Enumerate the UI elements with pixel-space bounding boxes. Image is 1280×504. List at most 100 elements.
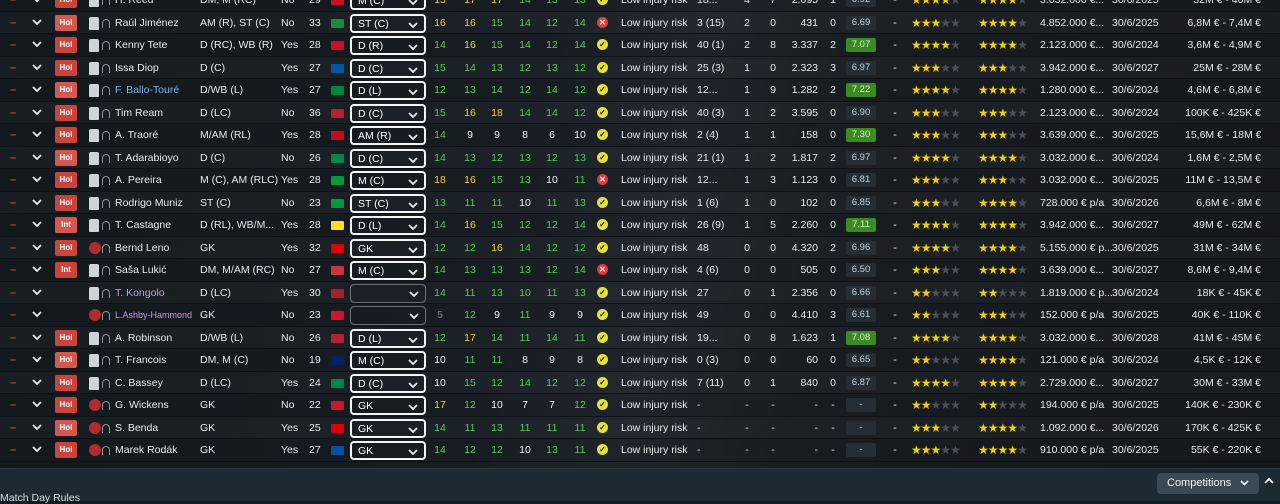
selection-badge[interactable]: Hol	[55, 329, 77, 346]
player-name[interactable]: Tim Ream	[115, 102, 210, 124]
table-row[interactable]: – Int Saša Lukić DM, M/AM (RC) No 27 M (C) 14 13…	[0, 259, 1280, 282]
role-select[interactable]: M (C)	[350, 171, 426, 190]
table-row[interactable]: – L.Ashby-Hammond GK No 23 5 12 9 11 9 9 ✓ Low injur…	[0, 304, 1280, 327]
player-name[interactable]: Kenny Tete	[115, 34, 210, 56]
role-select[interactable]: M (C)	[350, 351, 426, 370]
player-name[interactable]: F. Ballo-Touré	[115, 79, 210, 101]
role-select[interactable]: D (C)	[350, 373, 426, 393]
role-select[interactable]: GK	[350, 441, 426, 460]
role-select[interactable]: M (C)	[350, 0, 426, 10]
player-name[interactable]: Marek Rodák	[115, 439, 210, 461]
role-select[interactable]: GK	[350, 418, 426, 438]
player-name[interactable]: T. Castagne	[115, 214, 210, 236]
row-menu-button[interactable]	[30, 102, 44, 124]
player-name[interactable]: T. Francois	[115, 349, 210, 371]
table-row[interactable]: – Hol T. Francois DM, M (C) No 19 M (C) 10 11 11 8…	[0, 349, 1280, 372]
role-select[interactable]: D (R)	[350, 36, 426, 55]
table-row[interactable]: – Hol Raúl Jiménez AM (R), ST (C) No 33 ST (C)…	[0, 12, 1280, 34]
row-menu-button[interactable]	[30, 0, 44, 11]
selection-badge[interactable]: Hol	[55, 127, 77, 143]
selection-badge[interactable]: Hol	[55, 374, 77, 391]
table-row[interactable]: – Hol Kenny Tete D (RC), WB (R) Yes 28 D (R) 14…	[0, 34, 1280, 57]
player-name[interactable]: A. Traoré	[115, 124, 210, 146]
role-select[interactable]: GK	[350, 396, 426, 415]
selection-badge[interactable]: Hol	[55, 194, 77, 211]
table-row[interactable]: – Int T. Castagne D (RL), WB/M... Yes 28 D (L)…	[0, 214, 1280, 237]
role-select[interactable]: AM (R)	[350, 126, 426, 145]
row-menu-button[interactable]	[30, 372, 44, 394]
selection-badge[interactable]: Hol	[55, 37, 77, 53]
table-row[interactable]: – Hol A. Robinson D/WB (L) No 26 D (L) 12 17 14 11…	[0, 327, 1280, 349]
row-menu-button[interactable]	[30, 169, 44, 191]
role-select[interactable]: M (C)	[350, 261, 426, 280]
selection-badge[interactable]: Hol	[55, 352, 77, 368]
player-name[interactable]: H. Reed	[115, 0, 210, 11]
row-menu-button[interactable]	[30, 147, 44, 169]
selection-badge[interactable]: Hol	[55, 419, 77, 436]
role-select[interactable]: GK	[350, 238, 426, 258]
chevron-up-icon[interactable]	[1263, 475, 1275, 487]
table-row[interactable]: – Hol T. Adarabioyo D (C) No 26 D (C) 14 13 12 13 1…	[0, 147, 1280, 169]
player-name[interactable]: T. Adarabioyo	[115, 147, 210, 169]
selection-badge[interactable]: Hol	[55, 397, 77, 413]
player-name[interactable]: L.Ashby-Hammond	[115, 304, 210, 326]
row-menu-button[interactable]	[30, 327, 44, 349]
table-row[interactable]: – Hol Issa Diop D (C) Yes 27 D (C) 15 14 13 12 13 12…	[0, 57, 1280, 79]
row-menu-button[interactable]	[30, 34, 44, 56]
competitions-dropdown[interactable]: Competitions	[1157, 473, 1259, 494]
table-row[interactable]: – Hol Marek Rodák GK Yes 27 GK 14 12 12 10 13 11 ✓ Low…	[0, 439, 1280, 462]
row-menu-button[interactable]	[30, 439, 44, 461]
row-menu-button[interactable]	[30, 237, 44, 259]
role-select[interactable]: D (C)	[350, 103, 426, 123]
selection-badge[interactable]: Hol	[55, 59, 77, 76]
role-select[interactable]: D (C)	[350, 148, 426, 168]
player-name[interactable]: Bernd Leno	[115, 237, 210, 259]
row-menu-button[interactable]	[30, 304, 44, 326]
player-name[interactable]: Issa Diop	[115, 57, 210, 79]
table-row[interactable]: – Hol Tim Ream D (LC) No 36 D (C) 15 16 18 14 14 12 ✓…	[0, 102, 1280, 124]
selection-badge[interactable]: Hol	[55, 442, 77, 458]
table-row[interactable]: – Hol C. Bassey D (LC) Yes 24 D (C) 10 15 12 14 12 1…	[0, 372, 1280, 394]
selection-badge[interactable]: Hol	[55, 14, 77, 31]
row-menu-button[interactable]	[30, 192, 44, 214]
selection-badge[interactable]: Hol	[55, 149, 77, 166]
row-menu-button[interactable]	[30, 282, 44, 304]
role-select[interactable]: D (L)	[350, 81, 426, 100]
selection-badge[interactable]: Hol	[55, 239, 77, 256]
player-name[interactable]: C. Bassey	[115, 372, 210, 394]
table-row[interactable]: – Hol Bernd Leno GK Yes 32 GK 12 12 16 14 12 12 ✓ Low …	[0, 237, 1280, 259]
row-menu-button[interactable]	[30, 79, 44, 101]
selection-badge[interactable]: Int	[55, 262, 77, 278]
table-row[interactable]: – Hol F. Ballo-Touré D/WB (L) Yes 27 D (L) 12 13…	[0, 79, 1280, 102]
table-row[interactable]: – Hol G. Wickens GK No 22 GK 17 12 10 7 7 12 ✓ Low inj…	[0, 394, 1280, 417]
row-menu-button[interactable]	[30, 259, 44, 281]
footer-left-text[interactable]: Match Day Rules	[0, 492, 80, 504]
table-row[interactable]: – Hol S. Benda GK Yes 25 GK 14 11 13 11 11 11 ✓ Low in…	[0, 417, 1280, 439]
role-select[interactable]: D (C)	[350, 58, 426, 78]
row-menu-button[interactable]	[30, 394, 44, 416]
table-row[interactable]: – Hol A. Pereira M (C), AM (RLC) Yes 28 M (C) 1…	[0, 169, 1280, 192]
row-menu-button[interactable]	[30, 57, 44, 79]
role-select[interactable]: ST (C)	[350, 13, 426, 33]
player-name[interactable]: A. Robinson	[115, 327, 210, 349]
role-select[interactable]	[350, 283, 426, 303]
role-select[interactable]: D (L)	[350, 328, 426, 348]
player-name[interactable]: T. Kongolo	[115, 282, 210, 304]
row-menu-button[interactable]	[30, 12, 44, 34]
role-select[interactable]: ST (C)	[350, 193, 426, 213]
selection-badge[interactable]: Hol	[55, 82, 77, 98]
selection-badge[interactable]: Hol	[55, 104, 77, 121]
selection-badge[interactable]: Hol	[55, 172, 77, 188]
player-name[interactable]: Saša Lukić	[115, 259, 210, 281]
player-name[interactable]: S. Benda	[115, 417, 210, 439]
row-menu-button[interactable]	[30, 349, 44, 371]
row-menu-button[interactable]	[30, 417, 44, 439]
player-name[interactable]: G. Wickens	[115, 394, 210, 416]
selection-badge[interactable]: Hol	[55, 0, 77, 8]
row-menu-button[interactable]	[30, 214, 44, 236]
table-row[interactable]: – Hol Rodrigo Muniz ST (C) No 23 ST (C) 13 11 11 1…	[0, 192, 1280, 214]
table-row[interactable]: –HolH. ReedDM, M (RC)No29M (C)1517171413…	[0, 0, 1280, 12]
table-row[interactable]: – Hol A. Traoré M/AM (RL) Yes 28 AM (R) 14 9 9 8 6 1…	[0, 124, 1280, 147]
table-row[interactable]: – T. Kongolo D (LC) Yes 30 14 11 13 10 11 13 ✓ Low i…	[0, 282, 1280, 304]
role-select[interactable]: D (L)	[350, 216, 426, 235]
